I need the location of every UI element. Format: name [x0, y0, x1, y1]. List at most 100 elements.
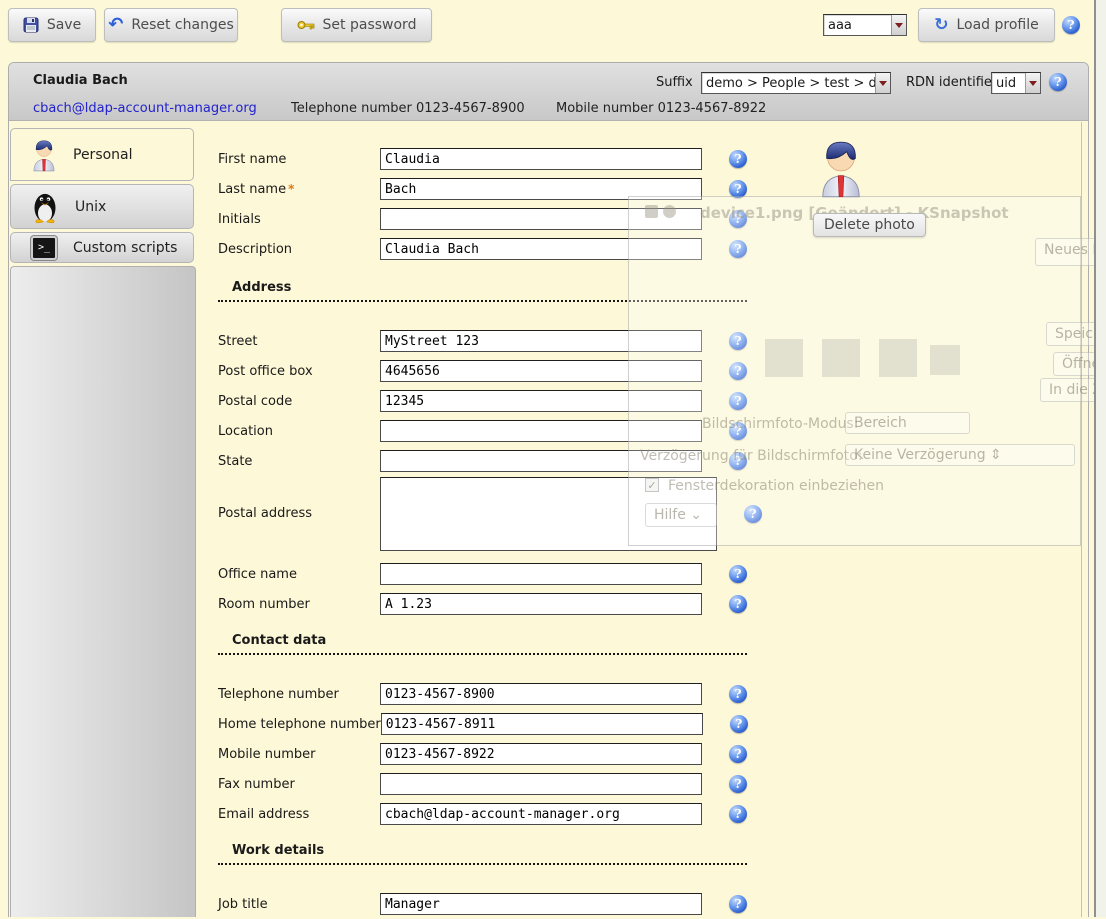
- help-icon[interactable]: ?: [729, 392, 747, 410]
- help-icon[interactable]: ?: [729, 895, 747, 913]
- tab-custom-scripts-label: Custom scripts: [73, 240, 177, 256]
- tab-unix[interactable]: Unix: [10, 184, 194, 229]
- help-icon[interactable]: ?: [729, 452, 747, 470]
- section-heading-contact: Contact data: [218, 633, 747, 655]
- sidebar-backdrop: [10, 266, 196, 917]
- help-icon[interactable]: ?: [1062, 16, 1080, 34]
- rdn-identifier-select[interactable]: uid: [991, 72, 1041, 94]
- field-row: Last name* ?: [218, 174, 763, 204]
- postal-code-input[interactable]: [380, 390, 702, 412]
- field-row: Initials ?: [218, 204, 763, 234]
- first-name-input[interactable]: [380, 148, 702, 170]
- user-photo[interactable]: [818, 136, 864, 204]
- state-label: State: [218, 454, 380, 469]
- post-office-box-input[interactable]: [380, 360, 702, 382]
- section-heading-work: Work details: [218, 843, 747, 865]
- last-name-input[interactable]: [380, 178, 702, 200]
- field-row: Description ?: [218, 234, 763, 264]
- suffix-select-value: demo > People > test > de: [702, 76, 875, 91]
- reset-changes-button[interactable]: ↶ Reset changes: [104, 8, 238, 42]
- tux-icon: [31, 190, 59, 224]
- help-icon[interactable]: ?: [729, 362, 747, 380]
- person-photo-icon: [818, 136, 864, 200]
- rdn-identifier-label: RDN identifier: [906, 75, 997, 90]
- email-address-input[interactable]: [380, 803, 702, 825]
- field-row: Job title ?: [218, 889, 763, 919]
- help-icon[interactable]: ?: [729, 180, 747, 198]
- help-icon[interactable]: ?: [1049, 73, 1067, 91]
- tab-unix-label: Unix: [75, 199, 106, 215]
- delete-photo-tooltip: Delete photo: [813, 213, 926, 237]
- help-icon[interactable]: ?: [730, 715, 748, 733]
- email-address-label: Email address: [218, 807, 380, 822]
- street-label: Street: [218, 334, 380, 349]
- mobile-number-input[interactable]: [380, 743, 702, 765]
- tab-personal[interactable]: Personal: [10, 128, 194, 181]
- help-icon[interactable]: ?: [729, 565, 747, 583]
- terminal-icon: >_: [31, 236, 57, 260]
- field-row: Office name ?: [218, 559, 763, 589]
- person-icon: [31, 138, 57, 172]
- field-row: Postal code ?: [218, 386, 763, 416]
- street-input[interactable]: [380, 330, 702, 352]
- help-icon[interactable]: ?: [729, 745, 747, 763]
- undo-icon: ↶: [108, 18, 123, 32]
- email-link[interactable]: cbach@ldap-account-manager.org: [33, 101, 257, 116]
- postal-address-textarea[interactable]: [380, 477, 717, 551]
- first-name-label: First name: [218, 152, 380, 167]
- location-input[interactable]: [380, 420, 702, 442]
- telephone-input[interactable]: [380, 683, 702, 705]
- postal-code-label: Postal code: [218, 394, 380, 409]
- telephone-label: Telephone number: [218, 687, 380, 702]
- field-row: Post office box ?: [218, 356, 763, 386]
- reload-icon: ↻: [934, 17, 948, 33]
- help-icon[interactable]: ?: [729, 422, 747, 440]
- help-icon[interactable]: ?: [729, 240, 747, 258]
- tab-personal-label: Personal: [73, 147, 133, 163]
- profile-select[interactable]: aaa: [823, 14, 907, 36]
- fax-number-label: Fax number: [218, 777, 380, 792]
- profile-select-value: aaa: [824, 18, 891, 33]
- state-input[interactable]: [380, 450, 702, 472]
- chevron-down-icon: [891, 15, 906, 35]
- field-row: Location ?: [218, 416, 763, 446]
- field-row: Telephone number ?: [218, 679, 763, 709]
- help-icon[interactable]: ?: [729, 150, 747, 168]
- job-title-input[interactable]: [380, 893, 702, 915]
- initials-label: Initials: [218, 212, 380, 227]
- load-profile-label: Load profile: [956, 17, 1038, 33]
- job-title-label: Job title: [218, 897, 380, 912]
- description-input[interactable]: [380, 238, 702, 260]
- fax-number-input[interactable]: [380, 773, 702, 795]
- help-icon[interactable]: ?: [744, 505, 762, 523]
- load-profile-button[interactable]: ↻ Load profile: [918, 8, 1055, 42]
- reset-changes-label: Reset changes: [131, 17, 233, 33]
- page-title: Claudia Bach: [33, 73, 128, 88]
- set-password-button[interactable]: Set password: [281, 8, 432, 42]
- suffix-select[interactable]: demo > People > test > de: [701, 72, 891, 94]
- room-number-input[interactable]: [380, 593, 702, 615]
- suffix-label: Suffix: [656, 75, 693, 90]
- field-row: Mobile number ?: [218, 739, 763, 769]
- tab-custom-scripts[interactable]: >_ Custom scripts: [10, 232, 194, 263]
- help-icon[interactable]: ?: [729, 775, 747, 793]
- field-row: State ?: [218, 446, 763, 476]
- home-telephone-input[interactable]: [381, 713, 703, 735]
- field-row: Home telephone number ?: [218, 709, 763, 739]
- chevron-down-icon: [875, 73, 890, 93]
- chevron-down-icon: [1025, 73, 1040, 93]
- field-row: Street ?: [218, 326, 763, 356]
- room-number-label: Room number: [218, 597, 380, 612]
- field-row: First name ?: [218, 144, 763, 174]
- help-icon[interactable]: ?: [729, 332, 747, 350]
- save-button[interactable]: Save: [8, 8, 96, 42]
- help-icon[interactable]: ?: [729, 805, 747, 823]
- help-icon[interactable]: ?: [729, 685, 747, 703]
- help-icon[interactable]: ?: [729, 210, 747, 228]
- field-row: Email address ?: [218, 799, 763, 829]
- office-name-input[interactable]: [380, 563, 702, 585]
- help-icon[interactable]: ?: [729, 595, 747, 613]
- personal-form: First name ? Last name* ? Initials ? Des…: [218, 144, 763, 919]
- post-office-box-label: Post office box: [218, 364, 380, 379]
- initials-input[interactable]: [380, 208, 702, 230]
